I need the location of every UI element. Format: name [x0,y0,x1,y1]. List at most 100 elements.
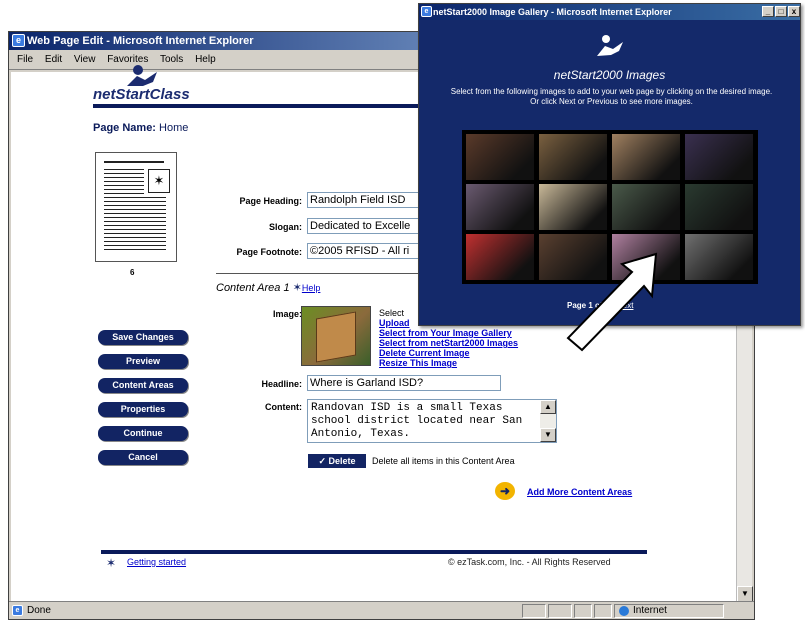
delete-content-button[interactable]: ✓ Delete [308,454,366,468]
page-name-label: Page Name: [93,122,156,134]
logo-text: netStartClass [93,86,190,103]
content-label: Content: [265,402,302,412]
thumb-line [104,245,166,246]
gallery-window-title: netStart2000 Image Gallery - Microsoft I… [433,7,672,17]
books-image [316,311,356,363]
thumb-line [104,177,144,178]
content-textarea[interactable]: Randovan ISD is a small Texas school dis… [307,399,557,443]
thumb-line [104,169,144,170]
globe-icon [619,606,629,616]
headline-input[interactable]: Where is Garland ISD? [307,375,501,391]
add-arrow-icon[interactable]: ➜ [495,482,515,500]
gallery-thumbnail[interactable] [685,184,753,230]
getting-started-link[interactable]: Getting started [127,557,186,567]
status-cell [522,604,546,618]
page-name-value: Home [159,122,189,134]
thumb-line [104,225,166,226]
menu-view[interactable]: View [74,54,96,65]
menu-help[interactable]: Help [195,54,216,65]
select-from-netstart-link[interactable]: Select from netStart2000 Images [379,338,518,348]
maximize-button[interactable]: □ [775,6,787,17]
help-icon: ✶ [292,282,302,294]
menu-edit[interactable]: Edit [45,54,62,65]
thumb-line [104,237,166,238]
slogan-input[interactable]: Dedicated to Excelle [307,218,419,234]
gallery-title-bar: e netStart2000 Image Gallery - Microsoft… [419,4,800,20]
gallery-thumbnail[interactable] [466,184,534,230]
thumb-line [104,241,166,242]
thumb-line [104,197,166,198]
delete-description: Delete all items in this Content Area [372,456,515,466]
gallery-heading: netStart2000 Images [553,68,666,82]
status-text: Done [27,605,51,616]
content-area-title: Content Area 1 ✶Help [216,281,320,294]
content-areas-button[interactable]: Content Areas [98,378,188,393]
gallery-thumbnail[interactable] [539,134,607,180]
current-image [301,306,371,366]
select-from-gallery-link[interactable]: Select from Your Image Gallery [379,328,518,338]
continue-button[interactable]: Continue [98,426,188,441]
thumb-line [104,193,144,194]
gallery-thumbnail[interactable] [612,134,680,180]
textarea-scroll-down[interactable]: ▼ [540,428,556,442]
gallery-thumbnail[interactable] [685,134,753,180]
content-area-title-text: Content Area 1 [216,282,290,294]
getting-started-icon: ✶ [106,556,117,570]
preview-button[interactable]: Preview [98,354,188,369]
pointer-arrow-icon [566,252,658,352]
gallery-thumbnail[interactable] [612,184,680,230]
save-changes-button[interactable]: Save Changes [98,330,188,345]
thumb-line [104,201,166,202]
thumb-line [104,249,166,250]
minimize-button[interactable]: _ [762,6,774,17]
status-cell [574,604,592,618]
help-link[interactable]: Help [302,283,321,293]
ie-icon: e [12,34,25,47]
page-heading-input[interactable]: Randolph Field ISD [307,192,419,208]
main-window-title: Web Page Edit - Microsoft Internet Explo… [27,35,254,47]
gallery-thumbnail[interactable] [466,234,534,280]
menu-file[interactable]: File [17,54,33,65]
page-layout-thumbnail[interactable]: ✶ [95,152,177,262]
copyright-text: © ezTask.com, Inc. - All Rights Reserved [448,557,611,567]
gallery-thumbnail[interactable] [539,184,607,230]
page-name: Page Name: Home [93,122,188,134]
textarea-scrollbar[interactable]: ▲ ▼ [540,400,556,442]
thumb-line [104,189,144,190]
headline-label: Headline: [261,379,302,389]
page-heading-label: Page Heading: [239,196,302,206]
gallery-thumbnail[interactable] [685,234,753,280]
thumbnail-number: 6 [130,268,135,277]
page-footnote-input[interactable]: ©2005 RFISD - All ri [307,243,419,259]
gallery-thumbnail[interactable] [466,134,534,180]
status-bar: e Done Internet [9,601,754,619]
thumb-line [104,229,166,230]
textarea-scroll-up[interactable]: ▲ [540,400,556,414]
footer-rule [101,550,647,554]
slogan-label: Slogan: [269,222,302,232]
thumb-logo-icon: ✶ [148,169,170,193]
ie-icon: e [421,6,432,17]
properties-button[interactable]: Properties [98,402,188,417]
page-icon: e [12,605,23,616]
scroll-down-button[interactable]: ▼ [737,586,753,602]
netstart-logo-icon [597,35,623,56]
page-footnote-label: Page Footnote: [236,247,303,257]
thumb-line [104,173,144,174]
thumb-line [104,233,166,234]
thumb-line [104,221,166,222]
close-button[interactable]: x [788,6,800,17]
thumb-line [104,185,144,186]
thumb-line [104,181,144,182]
thumb-line [104,205,166,206]
zone-label: Internet [633,605,667,616]
resize-image-link[interactable]: Resize This Image [379,358,518,368]
status-cell [594,604,612,618]
delete-current-image-link[interactable]: Delete Current Image [379,348,518,358]
image-label: Image: [272,309,302,319]
cancel-button[interactable]: Cancel [98,450,188,465]
gallery-instructions: Select from the following images to add … [450,87,773,106]
add-more-content-areas-link[interactable]: Add More Content Areas [527,487,632,497]
thumb-line [104,161,164,163]
thumb-line [104,217,166,218]
